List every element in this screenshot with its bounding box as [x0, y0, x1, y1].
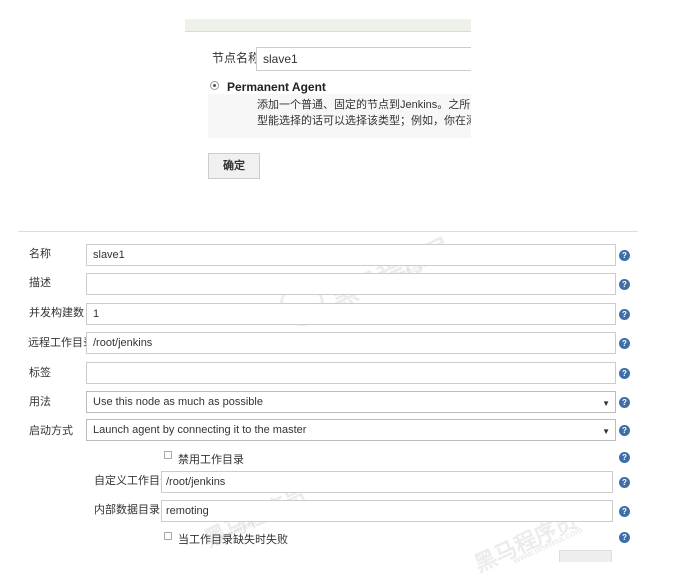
help-icon[interactable]: ?: [619, 506, 630, 517]
help-icon[interactable]: ?: [619, 425, 630, 436]
permanent-agent-label[interactable]: Permanent Agent: [227, 80, 326, 94]
ok-button[interactable]: 确定: [208, 153, 260, 179]
disable-workdir-label: 禁用工作目录: [178, 454, 244, 466]
divider: [18, 231, 638, 232]
executors-label: 并发构建数: [29, 307, 84, 319]
advanced-button[interactable]: [559, 550, 612, 562]
internal-data-dir-input[interactable]: remoting: [161, 500, 613, 522]
help-icon[interactable]: ?: [619, 477, 630, 488]
disable-workdir-checkbox[interactable]: [164, 451, 172, 459]
chevron-down-icon: ▼: [602, 427, 610, 436]
fail-if-workdir-missing-checkbox[interactable]: [164, 532, 172, 540]
launch-method-label: 启动方式: [29, 425, 73, 437]
usage-selected-value: Use this node as much as possible: [93, 396, 263, 408]
panel-header-strip: [185, 19, 471, 32]
labels-label: 标签: [29, 367, 51, 379]
agent-description-line: 型能选择的话可以选择该类型；例如，你在添加: [257, 115, 471, 127]
usage-select[interactable]: Use this node as much as possible ▼: [86, 391, 616, 413]
remote-root-label: 远程工作目录: [28, 337, 94, 349]
help-icon[interactable]: ?: [619, 309, 630, 320]
help-icon[interactable]: ?: [619, 532, 630, 543]
internal-data-dir-label: 内部数据目录: [94, 504, 160, 516]
labels-input[interactable]: [86, 362, 616, 384]
permanent-agent-radio[interactable]: [210, 81, 219, 90]
help-icon[interactable]: ?: [619, 452, 630, 463]
agent-description: 添加一个普通、固定的节点到Jenkins。之所以叫 型能选择的话可以选择该类型；…: [257, 97, 471, 129]
description-label: 描述: [29, 277, 51, 289]
description-input[interactable]: [86, 273, 616, 295]
help-icon[interactable]: ?: [619, 397, 630, 408]
executors-input[interactable]: 1: [86, 303, 616, 325]
node-name-label: 节点名称: [212, 51, 261, 65]
help-icon[interactable]: ?: [619, 368, 630, 379]
remote-root-input[interactable]: /root/jenkins: [86, 332, 616, 354]
help-icon[interactable]: ?: [619, 338, 630, 349]
usage-label: 用法: [29, 396, 51, 408]
node-name-input[interactable]: slave1: [256, 47, 471, 71]
name-input[interactable]: slave1: [86, 244, 616, 266]
launch-method-selected-value: Launch agent by connecting it to the mas…: [93, 424, 307, 436]
agent-description-line: 添加一个普通、固定的节点到Jenkins。之所以叫: [257, 99, 471, 111]
launch-method-select[interactable]: Launch agent by connecting it to the mas…: [86, 419, 616, 441]
custom-workdir-label: 自定义工作目录: [94, 475, 171, 487]
custom-workdir-input[interactable]: /root/jenkins: [161, 471, 613, 493]
chevron-down-icon: ▼: [602, 399, 610, 408]
help-icon[interactable]: ?: [619, 250, 630, 261]
help-icon[interactable]: ?: [619, 279, 630, 290]
fail-if-workdir-missing-label: 当工作目录缺失时失败: [178, 534, 288, 546]
name-label: 名称: [29, 248, 51, 260]
